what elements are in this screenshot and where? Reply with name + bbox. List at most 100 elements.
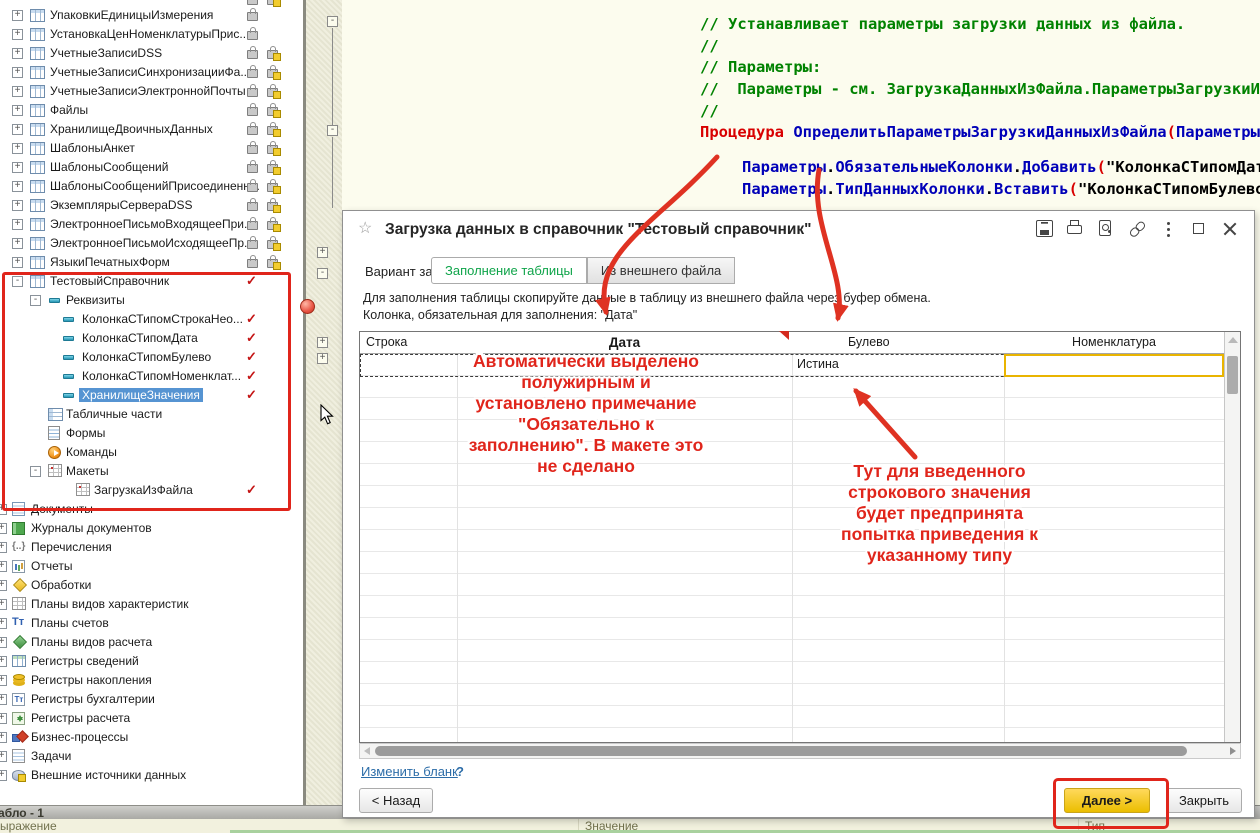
save-icon[interactable]: [1035, 219, 1054, 238]
fold-expand-icon[interactable]: +: [317, 337, 328, 348]
boolean-cell-value[interactable]: Истина: [797, 357, 839, 371]
expand-toggle-icon[interactable]: +: [0, 599, 7, 610]
expand-toggle-icon[interactable]: +: [0, 751, 7, 762]
scroll-right-icon[interactable]: [1230, 747, 1236, 755]
tree-item[interactable]: + УчетныеЗаписиЭлектроннойПочты: [0, 82, 284, 101]
expand-toggle-icon[interactable]: +: [12, 143, 23, 154]
expand-toggle-icon[interactable]: +: [0, 542, 7, 553]
expand-toggle-icon[interactable]: +: [0, 713, 7, 724]
tree-item[interactable]: + Бизнес-процессы: [0, 728, 284, 747]
expand-toggle-icon[interactable]: +: [12, 105, 23, 116]
expand-toggle-icon[interactable]: +: [0, 675, 7, 686]
expand-toggle-icon[interactable]: +: [12, 238, 23, 249]
fold-line: [332, 137, 333, 208]
panel-splitter[interactable]: [303, 0, 306, 805]
edit-form-link[interactable]: Изменить бланк: [361, 764, 458, 779]
data-table[interactable]: СтрокаДатаБулевоНоменклатура Истина: [359, 331, 1241, 743]
expand-toggle-icon[interactable]: +: [0, 637, 7, 648]
tree-item[interactable]: + Задачи: [0, 747, 284, 766]
maximize-icon[interactable]: [1190, 219, 1209, 238]
back-button[interactable]: < Назад: [359, 788, 433, 813]
tree-item[interactable]: + Внешние источники данных: [0, 766, 284, 785]
tree-item[interactable]: + ШаблоныСообщений: [0, 158, 284, 177]
tree-item[interactable]: + Планы видов расчета: [0, 633, 284, 652]
tree-item[interactable]: + ХранилищеДвоичныхДанных: [0, 120, 284, 139]
expand-toggle-icon[interactable]: +: [12, 162, 23, 173]
expand-toggle-icon[interactable]: +: [12, 257, 23, 268]
tree-item[interactable]: + ЭкземплярыСервераDSS: [0, 196, 284, 215]
tree-item[interactable]: + Планы видов характеристик: [0, 595, 284, 614]
tree-item[interactable]: + Обработки: [0, 576, 284, 595]
horizontal-scroll-thumb[interactable]: [375, 746, 1187, 756]
fold-line: [332, 28, 333, 125]
print-icon[interactable]: [1066, 219, 1085, 238]
tree-item[interactable]: + Перечисления: [0, 538, 284, 557]
table-horizontal-scrollbar[interactable]: [359, 743, 1241, 759]
expand-toggle-icon[interactable]: +: [0, 732, 7, 743]
tree-item-icon: [30, 47, 45, 60]
expand-toggle-icon[interactable]: +: [0, 580, 7, 591]
tree-item[interactable]: + Планы счетов: [0, 614, 284, 633]
close-icon[interactable]: [1221, 219, 1240, 238]
expand-toggle-icon[interactable]: +: [12, 48, 23, 59]
column-header[interactable]: Булево: [792, 332, 1004, 354]
expand-toggle-icon[interactable]: +: [0, 770, 7, 781]
tree-item[interactable]: + Регистры сведений: [0, 652, 284, 671]
load-variant-option[interactable]: Заполнение таблицы: [431, 257, 587, 284]
tree-item[interactable]: + Регистры накопления: [0, 671, 284, 690]
column-header[interactable]: Строка: [360, 332, 457, 354]
expand-toggle-icon[interactable]: +: [0, 523, 7, 534]
close-button[interactable]: Закрыть: [1166, 788, 1242, 813]
tree-item[interactable]: + УпаковкиЕдиницыИзмерения: [0, 6, 284, 25]
fold-expand-icon[interactable]: +: [317, 247, 328, 258]
tree-item[interactable]: + Регистры расчета: [0, 709, 284, 728]
more-icon[interactable]: [1159, 219, 1178, 238]
fold-collapse-icon[interactable]: -: [327, 16, 338, 27]
column-header[interactable]: Номенклатура: [1004, 332, 1224, 354]
expand-toggle-icon[interactable]: +: [0, 656, 7, 667]
tree-item[interactable]: + ШаблоныАнкет: [0, 139, 284, 158]
table-vertical-scrollbar[interactable]: [1224, 332, 1240, 742]
tree-item[interactable]: + УстановкаЦенНоменклатурыПрис...: [0, 25, 284, 44]
expand-toggle-icon[interactable]: +: [12, 67, 23, 78]
expand-toggle-icon[interactable]: +: [12, 124, 23, 135]
fold-collapse-icon[interactable]: -: [327, 125, 338, 136]
column-header[interactable]: Дата: [457, 332, 792, 354]
expand-toggle-icon[interactable]: +: [12, 181, 23, 192]
tree-item-icon: [12, 673, 28, 689]
fold-expand-icon[interactable]: +: [317, 353, 328, 364]
tree-item[interactable]: + ЭлектронноеПисьмоИсходящееПр...: [0, 234, 284, 253]
link-icon[interactable]: [1124, 215, 1151, 242]
expand-toggle-icon[interactable]: +: [12, 200, 23, 211]
tree-item[interactable]: + ШаблоныСообщенийПрисоединенн...: [0, 177, 284, 196]
expand-toggle-icon[interactable]: +: [0, 618, 7, 629]
tree-item[interactable]: + Журналы документов: [0, 519, 284, 538]
lock-extension-icon: [267, 88, 278, 97]
scroll-left-icon[interactable]: [364, 747, 370, 755]
tree-item[interactable]: + Регистры бухгалтерии: [0, 690, 284, 709]
tree-item-label: ЯзыкиПечатныхФорм: [50, 255, 170, 269]
preview-icon[interactable]: [1097, 219, 1116, 238]
expand-toggle-icon[interactable]: +: [0, 694, 7, 705]
load-variant-option[interactable]: Из внешнего файла: [587, 257, 735, 284]
tree-item[interactable]: + Файлы: [0, 101, 284, 120]
lock-extension-icon: [267, 50, 278, 59]
tree-item[interactable]: + ЯзыкиПечатныхФорм: [0, 253, 284, 272]
fold-collapse-icon[interactable]: -: [317, 268, 328, 279]
scroll-up-icon[interactable]: [1228, 337, 1238, 343]
tree-item[interactable]: + Отчеты: [0, 557, 284, 576]
tree-item[interactable]: + ЭлектронноеПисьмоВходящееПри...: [0, 215, 284, 234]
expand-toggle-icon[interactable]: +: [12, 86, 23, 97]
expand-toggle-icon[interactable]: +: [12, 29, 23, 40]
tree-item-label: Внешние источники данных: [31, 768, 186, 782]
tree-item[interactable]: + УчетныеЗаписиСинхронизацииФа...: [0, 63, 284, 82]
expand-toggle-icon[interactable]: +: [12, 219, 23, 230]
tree-item[interactable]: + УчетныеЗаписиDSS: [0, 44, 284, 63]
help-icon[interactable]: ?: [456, 764, 464, 779]
focused-cell-input[interactable]: [1004, 354, 1224, 377]
expand-toggle-icon[interactable]: +: [12, 10, 23, 21]
vertical-scroll-thumb[interactable]: [1227, 356, 1238, 394]
breakpoint-marker[interactable]: [300, 299, 315, 314]
expand-toggle-icon[interactable]: +: [0, 561, 7, 572]
favorite-star-icon[interactable]: ☆: [358, 218, 372, 238]
